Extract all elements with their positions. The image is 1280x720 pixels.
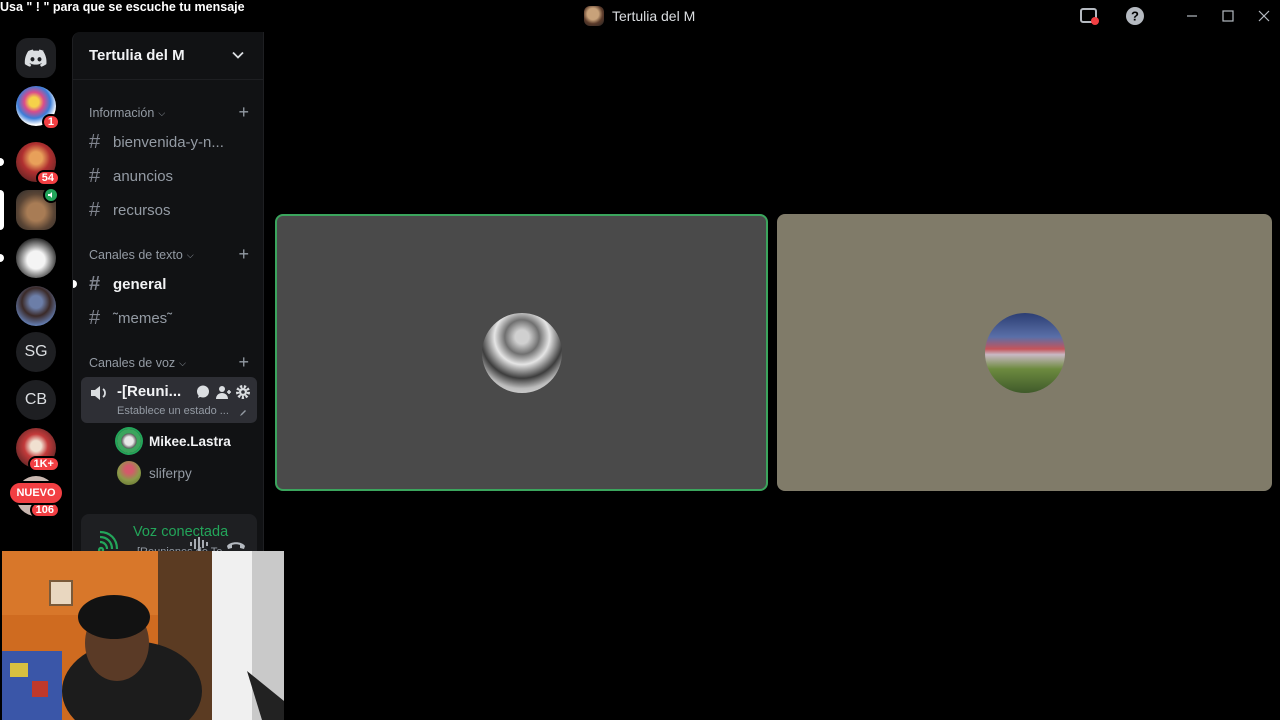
member-name: sliferpy xyxy=(149,465,192,481)
server-icon-sg[interactable]: SG xyxy=(16,332,56,372)
channel-label: ˜memes˜ xyxy=(113,309,173,327)
new-unreads-pill[interactable]: NUEVO xyxy=(8,481,64,505)
noise-suppression-icon[interactable] xyxy=(189,536,211,552)
title-bar: Usa " ! " para que se escuche tu mensaje… xyxy=(0,0,1280,32)
mention-badge: 1 xyxy=(41,114,60,130)
server-icon-2[interactable]: 54 xyxy=(16,142,60,186)
close-icon[interactable] xyxy=(1253,5,1275,27)
category-label: Información xyxy=(89,106,155,120)
participant-avatar xyxy=(481,312,562,393)
channel-label: anuncios xyxy=(113,167,174,185)
server-icon xyxy=(584,6,604,26)
disconnect-icon[interactable] xyxy=(225,538,247,550)
signal-icon[interactable] xyxy=(97,530,119,552)
self-camera-preview xyxy=(2,551,284,720)
chevron-down-icon xyxy=(232,51,244,59)
mention-badge: 1K+ xyxy=(27,456,60,472)
unread-indicator xyxy=(73,280,77,288)
server-icon-current[interactable] xyxy=(16,187,59,230)
voice-member[interactable]: Mikee.Lastra xyxy=(117,429,231,453)
webcam-image xyxy=(2,551,284,720)
category-label: Canales de texto xyxy=(89,248,183,262)
channel-memes[interactable]: # ˜memes˜ xyxy=(81,302,257,334)
voice-channel-name: -[Reuni... xyxy=(117,383,182,400)
chat-bubble-icon[interactable] xyxy=(195,384,211,400)
server-icon-8[interactable]: 1K+ xyxy=(16,428,60,472)
gear-icon[interactable] xyxy=(235,384,251,400)
minimize-icon[interactable] xyxy=(1181,5,1203,27)
voice-channel-actions xyxy=(195,384,251,400)
chevron-down-icon: ⌵ xyxy=(158,107,166,118)
server-icon-4[interactable] xyxy=(16,238,56,278)
discord-logo-icon xyxy=(24,49,47,67)
selected-pill xyxy=(0,190,4,230)
avatar xyxy=(117,429,141,453)
add-channel-icon[interactable]: + xyxy=(238,352,249,373)
window-title-text: Tertulia del M xyxy=(612,8,696,24)
server-icon-1[interactable]: 1 xyxy=(16,86,60,130)
channel-recursos[interactable]: # recursos xyxy=(81,194,257,226)
channel-label: bienvenida-y-n... xyxy=(113,133,224,151)
guild-header[interactable]: Tertulia del M xyxy=(73,32,263,80)
server-icon-5[interactable] xyxy=(16,286,56,326)
help-icon[interactable]: ? xyxy=(1124,5,1146,27)
channel-label: general xyxy=(113,275,167,293)
hash-icon: # xyxy=(89,130,101,153)
participant-avatar xyxy=(984,312,1065,393)
avatar xyxy=(117,461,141,485)
home-button[interactable] xyxy=(16,38,56,78)
channel-label: recursos xyxy=(113,201,171,219)
category-canales-de-texto[interactable]: Canales de texto ⌵ + xyxy=(89,244,259,264)
inbox-icon[interactable] xyxy=(1078,5,1100,27)
server-acronym: SG xyxy=(24,343,48,360)
chevron-down-icon: ⌵ xyxy=(179,357,186,368)
add-channel-icon[interactable]: + xyxy=(238,244,249,265)
mention-badge: 54 xyxy=(35,170,60,186)
voice-channel-status[interactable]: Establece un estado ... xyxy=(117,405,229,417)
speaker-icon xyxy=(91,386,106,400)
chevron-down-icon: ⌵ xyxy=(186,249,194,260)
server-icon-cb[interactable]: CB xyxy=(16,380,56,420)
speaker-icon xyxy=(43,187,59,203)
hash-icon: # xyxy=(89,272,101,295)
video-tile-speaking[interactable] xyxy=(275,214,768,491)
server-acronym: CB xyxy=(24,391,48,408)
hash-icon: # xyxy=(89,164,101,187)
voice-connected-label: Voz conectada xyxy=(133,524,229,540)
channel-anuncios[interactable]: # anuncios xyxy=(81,160,257,192)
unread-pill xyxy=(0,158,4,166)
guild-name: Tertulia del M xyxy=(89,47,185,64)
svg-text:?: ? xyxy=(1131,9,1139,24)
member-name: Mikee.Lastra xyxy=(149,433,231,449)
unread-pill xyxy=(0,254,4,262)
video-tile[interactable] xyxy=(777,214,1272,491)
channel-general[interactable]: # general xyxy=(81,268,257,300)
hash-icon: # xyxy=(89,198,101,221)
voice-member[interactable]: sliferpy xyxy=(117,461,192,485)
voice-channel-reuniones[interactable]: -[Reuni... Establece un estado ... xyxy=(81,377,257,423)
channel-bienvenida[interactable]: # bienvenida-y-n... xyxy=(81,126,257,158)
maximize-icon[interactable] xyxy=(1217,5,1239,27)
category-label: Canales de voz xyxy=(89,356,176,370)
category-informacion[interactable]: Información ⌵ + xyxy=(89,102,259,122)
add-channel-icon[interactable]: + xyxy=(238,102,249,123)
invite-user-icon[interactable] xyxy=(215,384,231,400)
window-title: Tertulia del M xyxy=(584,6,695,26)
overlay-message: Usa " ! " para que se escuche tu mensaje xyxy=(0,0,245,14)
hash-icon: # xyxy=(89,306,101,329)
pencil-icon xyxy=(240,410,246,416)
category-canales-de-voz[interactable]: Canales de voz ⌵ + xyxy=(89,352,259,372)
